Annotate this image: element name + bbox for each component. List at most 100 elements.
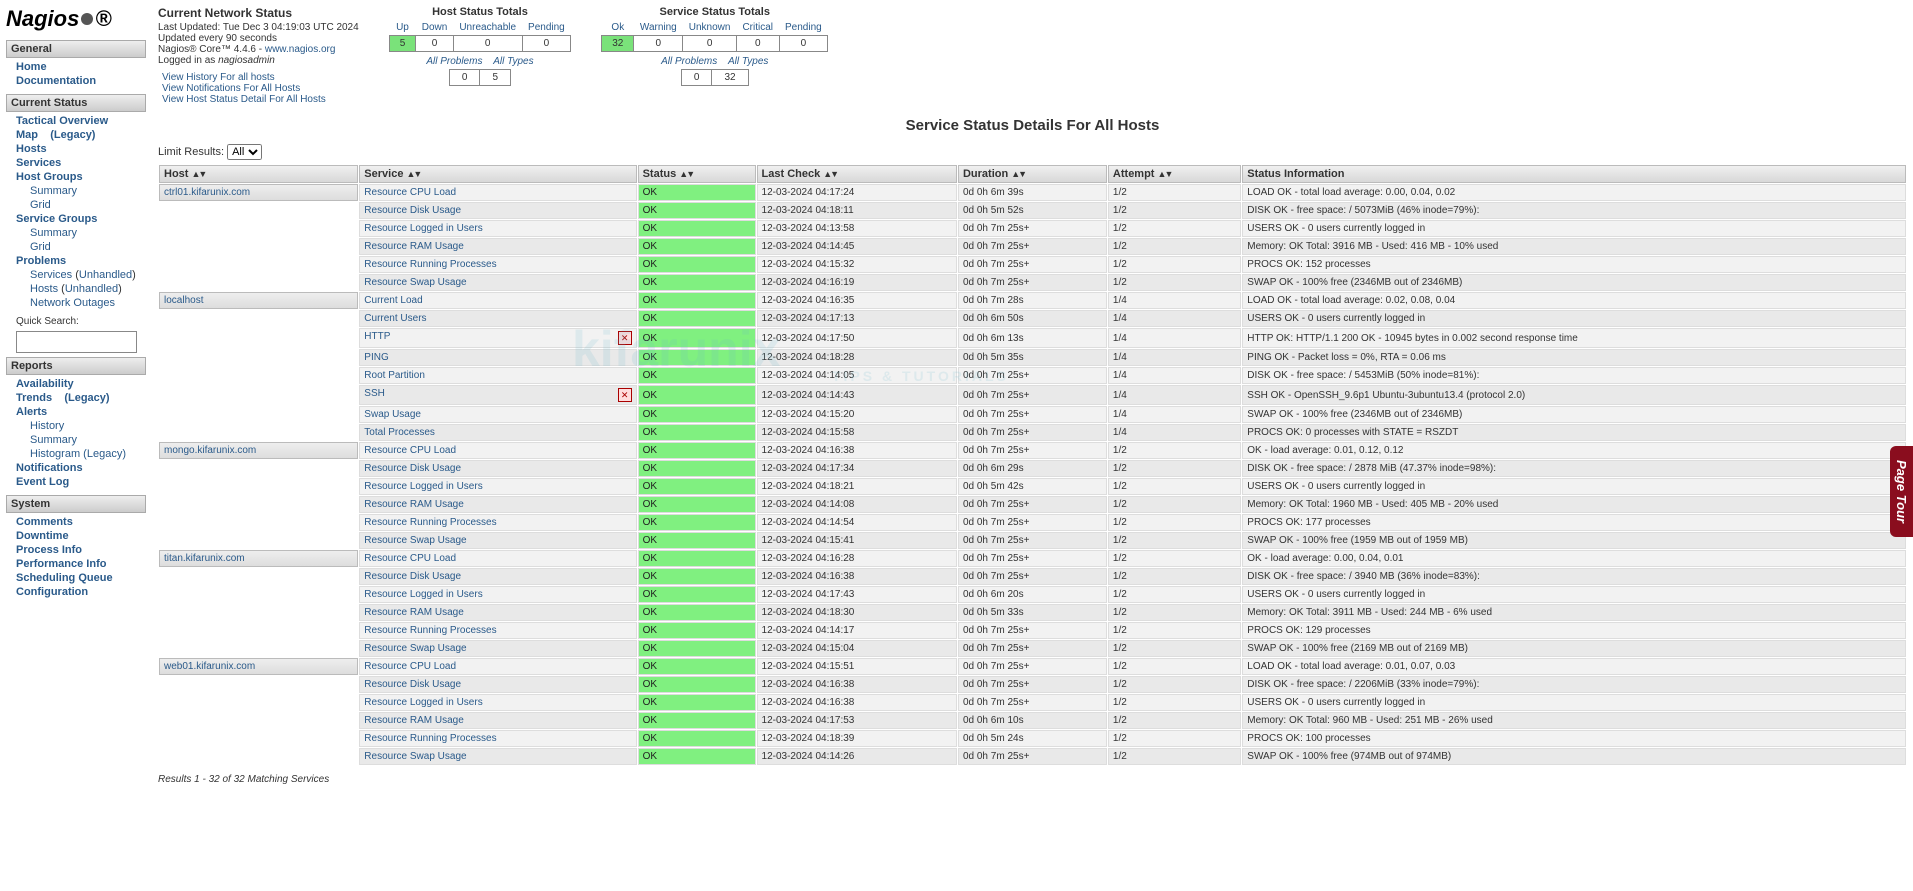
sidebar-item-map-legacy[interactable]: (Legacy): [50, 129, 95, 141]
info-link[interactable]: View History For all hosts: [162, 72, 359, 83]
host-all-problems-link[interactable]: All Problems: [426, 56, 482, 67]
host-total-pending-link[interactable]: Pending: [528, 22, 565, 33]
service-link[interactable]: Resource Logged in Users: [364, 697, 482, 708]
host-link[interactable]: titan.kifarunix.com: [164, 553, 245, 564]
service-link[interactable]: Resource Running Processes: [364, 733, 496, 744]
sidebar-item-map[interactable]: Map: [16, 129, 38, 141]
sidebar-item-hosts[interactable]: Hosts: [16, 143, 47, 155]
sidebar-sub-summary[interactable]: Summary: [30, 227, 77, 239]
svc-all-problems-link[interactable]: All Problems: [661, 56, 717, 67]
svc-all-types-val[interactable]: 32: [712, 70, 748, 86]
service-link[interactable]: Root Partition: [364, 370, 425, 381]
service-link[interactable]: Resource CPU Load: [364, 187, 456, 198]
svc-all-problems-val[interactable]: 0: [681, 70, 712, 86]
sidebar-item-event-log[interactable]: Event Log: [16, 476, 69, 488]
service-link[interactable]: Resource Logged in Users: [364, 481, 482, 492]
sidebar-item-services[interactable]: Services: [16, 157, 61, 169]
sort-arrows-icon[interactable]: ▲▼: [192, 169, 206, 179]
sidebar-item-alerts[interactable]: Alerts: [16, 406, 47, 418]
svc-all-types-link[interactable]: All Types: [728, 56, 768, 67]
service-link[interactable]: Resource Swap Usage: [364, 751, 466, 762]
sidebar-item-availability[interactable]: Availability: [16, 378, 74, 390]
sidebar-item-scheduling-queue[interactable]: Scheduling Queue: [16, 572, 113, 584]
svc-total-unknown-link[interactable]: Unknown: [689, 22, 731, 33]
service-link[interactable]: Current Users: [364, 313, 426, 324]
sidebar-sub-services-unhandled[interactable]: Unhandled: [79, 269, 132, 281]
info-link[interactable]: View Notifications For All Hosts: [162, 83, 359, 94]
service-link[interactable]: Resource Swap Usage: [364, 535, 466, 546]
host-total-up-link[interactable]: Up: [396, 22, 409, 33]
service-link[interactable]: Resource Disk Usage: [364, 679, 461, 690]
col-attempt[interactable]: Attempt ▲▼: [1108, 165, 1241, 183]
host-total-down-val[interactable]: 0: [416, 36, 454, 52]
info-link[interactable]: View Host Status Detail For All Hosts: [162, 94, 359, 105]
sidebar-sub-summary[interactable]: Summary: [30, 185, 77, 197]
service-link[interactable]: Total Processes: [364, 427, 435, 438]
svc-total-warning-link[interactable]: Warning: [640, 22, 677, 33]
host-all-types-link[interactable]: All Types: [493, 56, 533, 67]
sidebar-sub-histogram--legacy-[interactable]: Histogram (Legacy): [30, 448, 126, 460]
sort-arrows-icon[interactable]: ▲▼: [679, 169, 693, 179]
service-link[interactable]: Resource RAM Usage: [364, 607, 463, 618]
service-link[interactable]: SSH: [364, 388, 385, 399]
col-status[interactable]: Status ▲▼: [638, 165, 756, 183]
service-link[interactable]: Current Load: [364, 295, 422, 306]
svc-total-warning-val[interactable]: 0: [634, 36, 683, 52]
svc-total-unknown-val[interactable]: 0: [683, 36, 737, 52]
sidebar-item-process-info[interactable]: Process Info: [16, 544, 82, 556]
col-duration[interactable]: Duration ▲▼: [958, 165, 1107, 183]
service-link[interactable]: Resource Disk Usage: [364, 571, 461, 582]
col-status-information[interactable]: Status Information: [1242, 165, 1906, 183]
sort-arrows-icon[interactable]: ▲▼: [407, 169, 421, 179]
host-link[interactable]: web01.kifarunix.com: [164, 661, 255, 672]
service-link[interactable]: Resource Running Processes: [364, 259, 496, 270]
col-host[interactable]: Host ▲▼: [159, 165, 358, 183]
sidebar-item-service-groups[interactable]: Service Groups: [16, 213, 97, 225]
sidebar-item-tactical-overview[interactable]: Tactical Overview: [16, 115, 108, 127]
svc-total-ok-val[interactable]: 32: [602, 36, 634, 52]
service-link[interactable]: Resource Swap Usage: [364, 277, 466, 288]
page-tour-button[interactable]: Page Tour: [1890, 446, 1913, 537]
sidebar-item-downtime[interactable]: Downtime: [16, 530, 69, 542]
host-total-unreachable-link[interactable]: Unreachable: [459, 22, 516, 33]
col-service[interactable]: Service ▲▼: [359, 165, 636, 183]
service-link[interactable]: Resource Disk Usage: [364, 463, 461, 474]
sidebar-item-documentation[interactable]: Documentation: [16, 75, 96, 87]
sidebar-item-comments[interactable]: Comments: [16, 516, 73, 528]
svc-total-ok-link[interactable]: Ok: [611, 22, 624, 33]
sidebar-item-configuration[interactable]: Configuration: [16, 586, 88, 598]
sidebar-sub-services[interactable]: Services: [30, 269, 72, 281]
sidebar-sub-grid[interactable]: Grid: [30, 241, 51, 253]
sort-arrows-icon[interactable]: ▲▼: [823, 169, 837, 179]
service-link[interactable]: Resource Logged in Users: [364, 589, 482, 600]
service-link[interactable]: HTTP: [364, 331, 390, 342]
service-link[interactable]: Resource RAM Usage: [364, 499, 463, 510]
sidebar-sub-hosts-unhandled[interactable]: Unhandled: [65, 283, 118, 295]
quicksearch-input[interactable]: [16, 331, 137, 353]
service-link[interactable]: Resource CPU Load: [364, 445, 456, 456]
sidebar-sub-history[interactable]: History: [30, 420, 64, 432]
sidebar-item-trends[interactable]: Trends: [16, 392, 52, 404]
host-link[interactable]: mongo.kifarunix.com: [164, 445, 256, 456]
sidebar-item-host-groups[interactable]: Host Groups: [16, 171, 83, 183]
service-link[interactable]: Resource CPU Load: [364, 661, 456, 672]
sidebar-sub-network-outages[interactable]: Network Outages: [30, 297, 115, 309]
sidebar-sub-summary[interactable]: Summary: [30, 434, 77, 446]
service-link[interactable]: Resource Swap Usage: [364, 643, 466, 654]
service-link[interactable]: Resource Running Processes: [364, 517, 496, 528]
service-link[interactable]: Resource Disk Usage: [364, 205, 461, 216]
host-total-down-link[interactable]: Down: [422, 22, 448, 33]
col-last-check[interactable]: Last Check ▲▼: [757, 165, 957, 183]
service-link[interactable]: Resource RAM Usage: [364, 715, 463, 726]
limit-select[interactable]: All: [227, 144, 262, 160]
notifications-disabled-icon[interactable]: ✕: [618, 331, 632, 345]
service-link[interactable]: Resource Logged in Users: [364, 223, 482, 234]
service-link[interactable]: Resource RAM Usage: [364, 241, 463, 252]
service-link[interactable]: Resource CPU Load: [364, 553, 456, 564]
host-all-problems-val[interactable]: 0: [449, 70, 480, 86]
sidebar-item-home[interactable]: Home: [16, 61, 47, 73]
sort-arrows-icon[interactable]: ▲▼: [1011, 169, 1025, 179]
svc-total-critical-link[interactable]: Critical: [742, 22, 773, 33]
host-total-unreachable-val[interactable]: 0: [453, 36, 522, 52]
sidebar-item-trends-legacy[interactable]: (Legacy): [64, 392, 109, 404]
